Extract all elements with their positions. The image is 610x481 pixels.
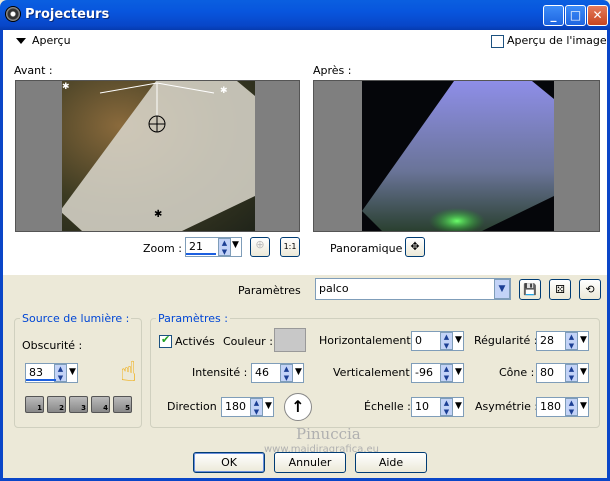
direction-label: Direction : — [167, 400, 224, 413]
cone-dropdown-icon[interactable]: ▼ — [580, 367, 587, 377]
color-swatch[interactable] — [274, 328, 306, 352]
after-preview — [313, 80, 600, 232]
intensity-spinner[interactable]: ▲ ▼ — [280, 364, 293, 382]
regularity-spinner[interactable]: ▲ ▼ — [565, 332, 578, 350]
svg-text:✱: ✱ — [62, 82, 70, 92]
color-label: Couleur : — [223, 335, 273, 348]
preset-value: palco — [319, 282, 349, 295]
preset-light-2[interactable]: 2 — [47, 396, 66, 413]
before-light-overlay: ✱ ✱ ✱ — [62, 81, 255, 231]
scale-value: 10 — [415, 400, 429, 413]
pan-button[interactable]: ✥ — [405, 237, 425, 257]
zoom-fit-button[interactable]: ⊕ — [250, 237, 270, 257]
darkness-label: Obscurité : — [22, 339, 83, 352]
preset-light-1[interactable]: 1 — [25, 396, 44, 413]
active-label: Activés — [175, 335, 215, 348]
svg-text:✱: ✱ — [154, 209, 162, 220]
parameters-legend: Paramètres : — [156, 312, 230, 325]
image-preview-label: Aperçu de l'image — [507, 34, 607, 47]
scale-label: Échelle : — [364, 400, 411, 413]
pan-label: Panoramique : — [330, 242, 410, 255]
darkness-slider-bar — [26, 379, 56, 381]
close-button[interactable]: ✕ — [587, 5, 608, 26]
zoom-1to1-button[interactable]: 1:1 — [280, 237, 300, 257]
zoom-value: 21 — [189, 240, 203, 253]
presets-label: Paramètres — [238, 284, 301, 297]
light-source-legend: Source de lumière : — [20, 312, 132, 325]
horizontal-value: 0 — [415, 334, 422, 347]
direction-spinner[interactable]: ▲ ▼ — [250, 398, 263, 416]
cancel-button[interactable]: Annuler — [274, 452, 346, 473]
asymmetry-label: Asymétrie : — [475, 400, 539, 413]
pointing-hand-icon: ☝ — [120, 355, 138, 388]
maximize-button[interactable]: □ — [565, 5, 586, 26]
direction-dropdown-icon[interactable]: ▼ — [265, 401, 272, 411]
intensity-value: 46 — [255, 366, 269, 379]
preview-toggle-label[interactable]: Aperçu — [32, 34, 71, 47]
cone-label: Cône : — [499, 366, 535, 379]
window-title: Projecteurs — [25, 7, 110, 22]
darkness-dropdown-icon[interactable]: ▼ — [69, 367, 76, 377]
after-label: Après : — [313, 64, 352, 77]
regularity-value: 28 — [540, 334, 554, 347]
app-icon — [5, 6, 21, 22]
random-dice-icon[interactable]: ⚄ — [549, 279, 571, 300]
asymmetry-dropdown-icon[interactable]: ▼ — [580, 401, 587, 411]
cone-spinner[interactable]: ▲ ▼ — [565, 364, 578, 382]
horizontal-label: Horizontalement : — [319, 334, 418, 347]
help-button[interactable]: Aide — [355, 452, 427, 473]
svg-text:✱: ✱ — [220, 86, 228, 96]
active-checkbox[interactable]: ✔ — [159, 333, 172, 348]
vertical-spinner[interactable]: ▲ ▼ — [440, 364, 453, 382]
before-preview[interactable]: ✱ ✱ ✱ — [15, 80, 300, 232]
direction-value: 180 — [225, 400, 246, 413]
regularity-label: Régularité : — [474, 334, 538, 347]
intensity-dropdown-icon[interactable]: ▼ — [295, 367, 302, 377]
vertical-value: -96 — [415, 366, 433, 379]
direction-dial-icon[interactable]: ↑ — [284, 393, 312, 421]
regularity-dropdown-icon[interactable]: ▼ — [580, 335, 587, 345]
zoom-dropdown-icon[interactable]: ▼ — [232, 240, 239, 250]
scale-dropdown-icon[interactable]: ▼ — [455, 401, 462, 411]
cone-value: 80 — [540, 366, 554, 379]
vertical-dropdown-icon[interactable]: ▼ — [455, 367, 462, 377]
collapse-arrow-icon[interactable] — [16, 38, 26, 44]
watermark-name: Pinuccia — [296, 425, 361, 443]
minimize-button[interactable]: _ — [543, 5, 564, 26]
darkness-value: 83 — [29, 366, 43, 379]
vertical-label: Verticalement : — [333, 366, 417, 379]
before-label: Avant : — [14, 64, 53, 77]
zoom-label: Zoom : — [143, 242, 182, 255]
image-preview-checkbox[interactable] — [491, 35, 504, 48]
intensity-label: Intensité : — [192, 366, 248, 379]
ok-button[interactable]: OK — [193, 452, 265, 473]
reset-preset-icon[interactable]: ⟲ — [579, 279, 601, 300]
after-light-overlay — [362, 81, 554, 231]
horizontal-dropdown-icon[interactable]: ▼ — [455, 335, 462, 345]
preset-light-4[interactable]: 4 — [91, 396, 110, 413]
zoom-slider-bar — [186, 253, 216, 255]
scale-spinner[interactable]: ▲ ▼ — [440, 398, 453, 416]
preset-light-3[interactable]: 3 — [69, 396, 88, 413]
horizontal-spinner[interactable]: ▲ ▼ — [440, 332, 453, 350]
asymmetry-spinner[interactable]: ▲ ▼ — [565, 398, 578, 416]
save-preset-icon[interactable]: 💾 — [519, 279, 541, 300]
zoom-spinner[interactable]: ▲ ▼ — [218, 238, 231, 256]
preset-select[interactable]: palco — [315, 278, 511, 300]
asymmetry-value: 180 — [540, 400, 561, 413]
preset-dropdown-icon[interactable]: ▼ — [494, 279, 510, 299]
preset-light-5[interactable]: 5 — [113, 396, 132, 413]
